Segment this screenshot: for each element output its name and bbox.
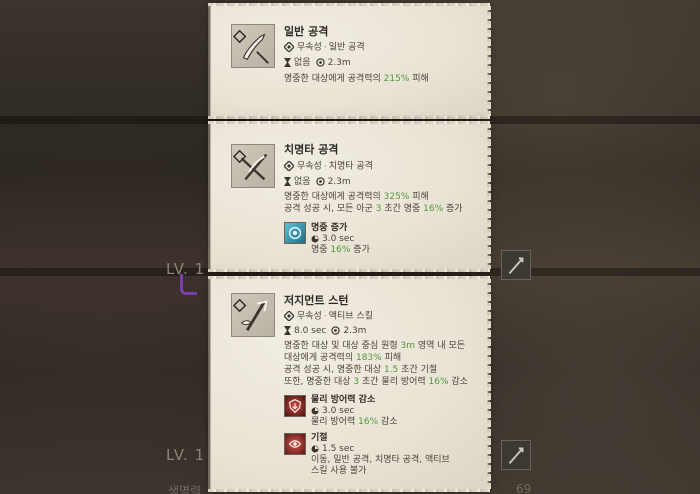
attribute-label: 무속성 xyxy=(297,311,322,322)
range-icon xyxy=(315,177,325,186)
skill-type-label: 액티브 스킬 xyxy=(328,311,373,322)
skill-description-line: 대상에게 공격력의 183% 피해 xyxy=(284,353,402,363)
skill-description-line: 공격 성공 시, 명중한 대상 1.5 초간 기절 xyxy=(284,365,438,375)
sword-icon xyxy=(508,257,524,275)
duration-clock-icon xyxy=(311,407,319,414)
cooldown-hourglass-icon xyxy=(284,58,291,67)
attribute-diamond-icon xyxy=(284,42,294,52)
debuff-effect: 이동, 일반 공격, 치명타 공격, 액티브 xyxy=(311,455,450,465)
skill-type-label: 치명타 공격 xyxy=(328,161,373,172)
skill-description-line: 또한, 명중한 대상 3 초간 물리 방어력 16% 감소 xyxy=(284,377,468,387)
sword-icon xyxy=(508,447,524,465)
duration-clock-icon xyxy=(311,235,319,242)
cooldown-hourglass-icon xyxy=(284,177,291,186)
range-icon xyxy=(331,326,341,335)
skill-tooltip-card: 일반 공격 무속성 · 일반 공격 없음 2.3m 명중한 대상에게 공격력의 215… xyxy=(208,3,491,119)
separator-dot: · xyxy=(323,161,327,172)
separator-dot: · xyxy=(323,311,327,322)
skill-title: 치명타 공격 xyxy=(284,143,339,156)
buff-name: 명중 증가 xyxy=(311,223,348,233)
range-value: 2.3m xyxy=(343,326,367,336)
debuff-effect: 스킬 사용 불가 xyxy=(311,466,367,476)
skill-stats-row: 8.0 sec 2.3m xyxy=(284,326,366,337)
attribute-label: 무속성 xyxy=(297,42,322,53)
range-icon xyxy=(315,58,325,67)
attribute-label: 무속성 xyxy=(297,161,322,172)
cooldown-value: 없음 xyxy=(294,58,311,68)
skill-description-line: 명중한 대상에게 공격력의 215% 피해 xyxy=(284,74,429,84)
torn-edge xyxy=(487,124,491,269)
accuracy-up-icon xyxy=(284,222,306,244)
skill-tooltip-card: 저지먼트 스턴 무속성 · 액티브 스킬 8.0 sec 2.3m 명중한 대상 및 … xyxy=(208,276,491,492)
buff-duration-row: 3.0 sec xyxy=(311,234,354,245)
purple-frame-edge xyxy=(180,274,197,295)
duration-clock-icon xyxy=(311,445,319,452)
skill-attribute-row: 무속성 · 치명타 공격 xyxy=(284,161,373,173)
range-value: 2.3m xyxy=(327,58,351,68)
cooldown-value: 8.0 sec xyxy=(294,326,327,336)
stat-label: 생명력 xyxy=(168,484,202,494)
torn-edge xyxy=(487,279,491,489)
range-value: 2.3m xyxy=(327,177,351,187)
skill-description-line: 명중한 대상에게 공격력의 325% 피해 xyxy=(284,192,429,202)
skill-description-line: 명중한 대상 및 대상 중심 원형 3m 영역 내 모든 xyxy=(284,341,466,351)
judgement-stun-skill-icon xyxy=(231,293,275,337)
debuff-duration-row: 3.0 sec xyxy=(311,406,354,417)
torn-edge xyxy=(487,6,491,116)
buff-effect: 명중 16% 증가 xyxy=(311,245,370,255)
separator-dot: · xyxy=(323,42,327,53)
debuff-effect: 물리 방어력 16% 감소 xyxy=(311,417,398,427)
cooldown-value: 없음 xyxy=(294,177,311,187)
debuff-name: 물리 방어력 감소 xyxy=(311,395,376,405)
skill-title: 저지먼트 스턴 xyxy=(284,294,349,307)
skill-slot[interactable] xyxy=(501,250,531,280)
skill-slot[interactable] xyxy=(501,440,531,470)
skill-stats-row: 없음 2.3m xyxy=(284,58,351,69)
cooldown-hourglass-icon xyxy=(284,326,291,335)
debuff-name: 기절 xyxy=(311,433,328,443)
buff-duration: 3.0 sec xyxy=(322,234,355,244)
defense-down-icon xyxy=(284,395,306,417)
normal-attack-skill-icon xyxy=(231,24,275,68)
debuff-duration: 3.0 sec xyxy=(322,406,355,416)
skill-type-label: 일반 공격 xyxy=(328,42,365,53)
level-label: LV. 1 xyxy=(166,446,206,464)
skill-stats-row: 없음 2.3m xyxy=(284,177,351,188)
debuff-duration-row: 1.5 sec xyxy=(311,444,354,455)
skill-description-line: 공격 성공 시, 모든 아군 3 초간 명중 16% 증가 xyxy=(284,204,463,214)
attribute-diamond-icon xyxy=(284,311,294,321)
skill-attribute-row: 무속성 · 일반 공격 xyxy=(284,42,365,54)
attribute-diamond-icon xyxy=(284,161,294,171)
stat-value: 69 xyxy=(516,482,532,494)
debuff-duration: 1.5 sec xyxy=(322,444,355,454)
skill-tooltip-card: 치명타 공격 무속성 · 치명타 공격 없음 2.3m 명중한 대상에게 공격력의 3… xyxy=(208,121,491,272)
critical-attack-skill-icon xyxy=(231,144,275,188)
skill-attribute-row: 무속성 · 액티브 스킬 xyxy=(284,311,373,323)
stun-icon xyxy=(284,433,306,455)
skill-title: 일반 공격 xyxy=(284,25,329,38)
